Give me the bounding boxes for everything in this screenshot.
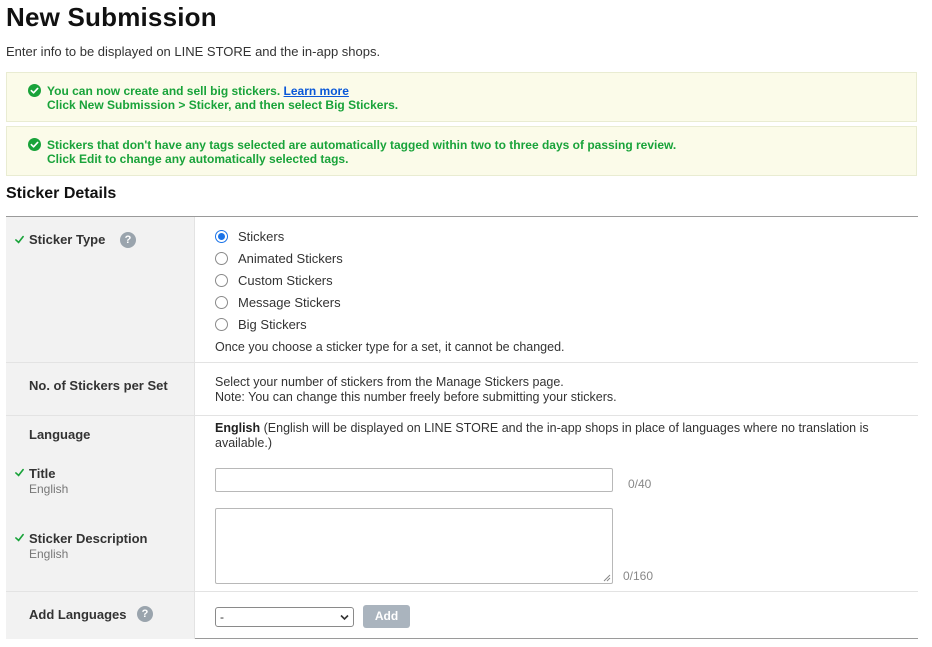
- checkmark-icon: [15, 468, 24, 477]
- radio-button[interactable]: [215, 273, 228, 287]
- language-note: (English will be displayed on LINE STORE…: [215, 421, 869, 450]
- language-value: English (English will be displayed on LI…: [215, 421, 915, 451]
- notice-text: Click New Submission > Sticker, and then…: [47, 98, 399, 112]
- help-icon[interactable]: ?: [137, 606, 153, 622]
- page-title: New Submission: [6, 2, 217, 32]
- sticker-details-form: Sticker Type ? Stickers Animated Sticker…: [6, 216, 918, 639]
- stickers-per-set-note: Note: You can change this number freely …: [215, 390, 617, 404]
- notice-text: You can now create and sell big stickers…: [47, 84, 281, 98]
- checkmark-icon: [15, 533, 24, 542]
- stickers-per-set-line: Select your number of stickers from the …: [215, 375, 564, 389]
- description-counter: 0/160: [623, 569, 654, 583]
- notice-text: Click Edit to change any automatically s…: [47, 152, 349, 166]
- radio-stickers[interactable]: Stickers: [215, 228, 284, 244]
- check-circle-icon: [28, 84, 41, 97]
- section-title: Sticker Details: [6, 185, 117, 202]
- page-subtitle: Enter info to be displayed on LINE STORE…: [6, 44, 381, 59]
- add-language-button[interactable]: Add: [363, 605, 410, 628]
- sticker-type-options: Stickers Animated Stickers Custom Sticke…: [215, 217, 918, 362]
- description-label: Sticker Description: [29, 531, 148, 546]
- stickers-per-set-row: No. of Stickers per Set Select your numb…: [6, 363, 918, 416]
- description-textarea[interactable]: [215, 508, 613, 584]
- title-input[interactable]: [215, 468, 613, 492]
- radio-button[interactable]: [215, 295, 228, 309]
- language-row: Language Title English Sticker Descripti…: [6, 416, 918, 592]
- sticker-type-row: Sticker Type ? Stickers Animated Sticker…: [6, 217, 918, 363]
- notice-line: You can now create and sell big stickers…: [47, 84, 906, 98]
- row-label-cell: Sticker Type ?: [6, 217, 195, 362]
- radio-label: Message Stickers: [238, 294, 341, 310]
- resize-handle-icon[interactable]: [603, 574, 611, 582]
- add-languages-controls: - Add: [215, 592, 918, 639]
- new-submission-page: New Submission Enter info to be displaye…: [0, 0, 932, 647]
- title-counter: 0/40: [628, 477, 652, 491]
- notice-text: Stickers that don't have any tags select…: [47, 138, 677, 152]
- help-icon[interactable]: ?: [120, 232, 136, 248]
- title-sublabel: English: [29, 482, 69, 496]
- language-values: English (English will be displayed on LI…: [215, 416, 918, 591]
- radio-button[interactable]: [215, 251, 228, 265]
- chevron-down-icon: [340, 614, 349, 621]
- radio-animated-stickers[interactable]: Animated Stickers: [215, 250, 343, 266]
- radio-label: Animated Stickers: [238, 250, 343, 266]
- radio-big-stickers[interactable]: Big Stickers: [215, 316, 307, 332]
- language-name: English: [215, 421, 261, 435]
- title-label: Title: [29, 466, 56, 481]
- add-languages-label: Add Languages: [29, 607, 127, 622]
- radio-button-selected[interactable]: [215, 229, 228, 243]
- radio-label: Custom Stickers: [238, 272, 333, 288]
- radio-label: Stickers: [238, 228, 285, 244]
- stickers-per-set-value: Select your number of stickers from the …: [215, 363, 918, 415]
- add-languages-row: Add Languages ? - Add: [6, 592, 918, 639]
- checkmark-icon: [15, 235, 24, 244]
- check-circle-icon: [28, 138, 41, 151]
- language-select[interactable]: -: [215, 607, 354, 627]
- radio-custom-stickers[interactable]: Custom Stickers: [215, 272, 333, 288]
- sticker-type-note: Once you choose a sticker type for a set…: [215, 340, 565, 354]
- big-stickers-notice: You can now create and sell big stickers…: [6, 72, 917, 122]
- stickers-per-set-label: No. of Stickers per Set: [29, 378, 168, 393]
- auto-tags-notice: Stickers that don't have any tags select…: [6, 126, 917, 176]
- sticker-type-label: Sticker Type: [29, 232, 106, 247]
- row-label-cell: Add Languages ?: [6, 592, 195, 639]
- row-label-cell: No. of Stickers per Set: [6, 363, 195, 415]
- row-label-cell: Language Title English Sticker Descripti…: [6, 416, 195, 591]
- learn-more-link[interactable]: Learn more: [284, 84, 349, 98]
- radio-label: Big Stickers: [238, 316, 307, 332]
- radio-button[interactable]: [215, 317, 228, 331]
- radio-message-stickers[interactable]: Message Stickers: [215, 294, 341, 310]
- language-label: Language: [29, 427, 91, 442]
- description-sublabel: English: [29, 547, 69, 561]
- language-select-value: -: [220, 610, 224, 624]
